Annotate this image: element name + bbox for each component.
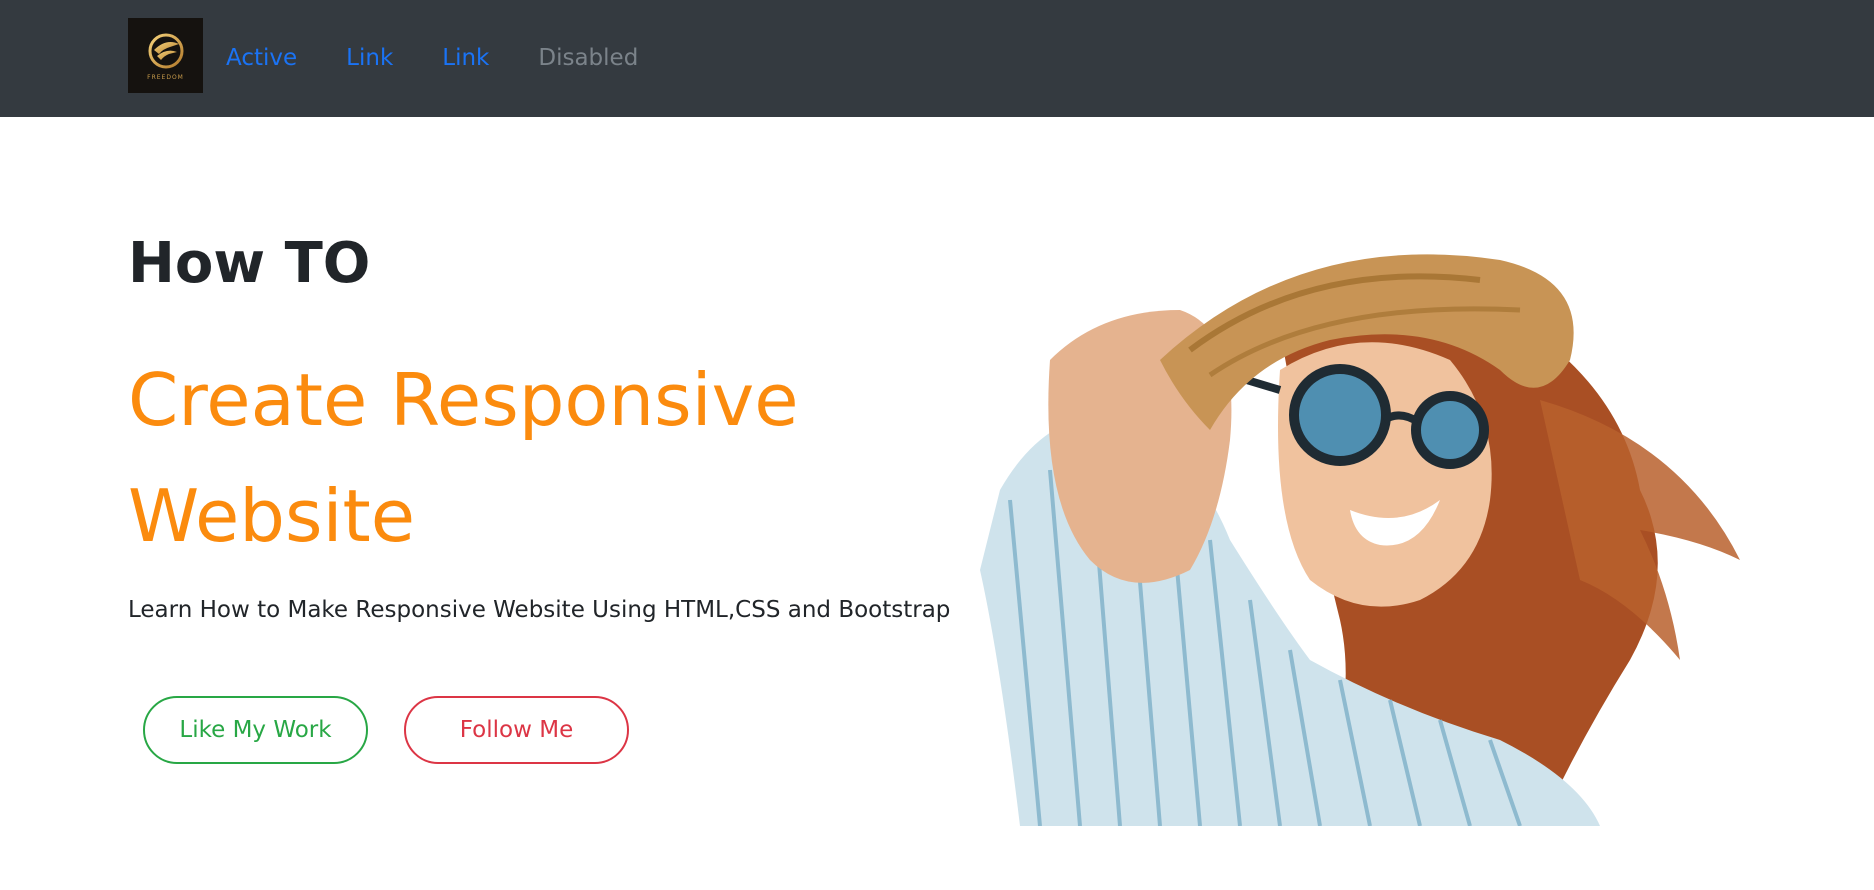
- brand-logo[interactable]: FREEDOM: [128, 18, 203, 93]
- logo-emblem-icon: [148, 33, 183, 69]
- nav-link-1[interactable]: Link: [346, 42, 393, 74]
- nav-link-disabled: Disabled: [538, 45, 639, 71]
- follow-me-button[interactable]: Follow Me: [404, 696, 629, 764]
- navbar: FREEDOM Active Link Link Disabled: [0, 0, 1874, 117]
- nav-link-2[interactable]: Link: [442, 42, 489, 74]
- logo-wordmark: FREEDOM: [147, 74, 184, 81]
- hero-photo: [980, 254, 1740, 826]
- nav-link-active[interactable]: Active: [226, 42, 297, 74]
- hero-headline: Create Responsive Website: [128, 358, 799, 558]
- like-my-work-button[interactable]: Like My Work: [143, 696, 368, 764]
- hero-subtitle: Learn How to Make Responsive Website Usi…: [128, 597, 951, 623]
- hero-title: How TO: [128, 231, 371, 296]
- nav-links: Active Link Link Disabled: [226, 42, 687, 74]
